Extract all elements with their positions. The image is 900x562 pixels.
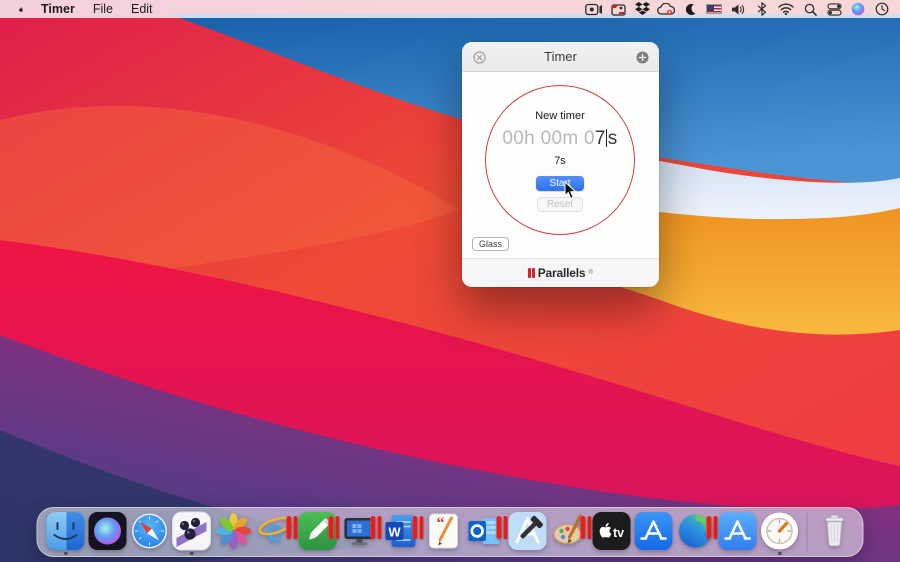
volume-icon[interactable] <box>726 0 750 18</box>
dock-item-timer[interactable] <box>759 508 801 556</box>
running-indicator <box>64 552 68 556</box>
dock-item-word[interactable]: W <box>381 508 423 556</box>
running-indicator <box>778 552 782 556</box>
xcode-icon <box>508 511 548 551</box>
running-indicator <box>190 552 194 556</box>
timer-duration-label: 7s <box>554 155 566 167</box>
screenshot-tool-icon[interactable] <box>606 0 630 18</box>
wifi-icon[interactable] <box>774 0 798 18</box>
screen-recording-icon[interactable] <box>582 0 606 18</box>
timer-app-icon <box>760 511 800 551</box>
wordpad-icon: “ <box>424 511 464 551</box>
siri-icon[interactable] <box>846 0 870 18</box>
dock-item-windows-pc[interactable] <box>339 508 381 556</box>
do-not-disturb-moon-icon[interactable] <box>678 0 702 18</box>
parallels-cloud-icon[interactable] <box>654 0 678 18</box>
dock-separator <box>807 513 808 551</box>
dock-item-internet-explorer[interactable]: e <box>255 508 297 556</box>
dock-item-finder[interactable] <box>45 508 87 556</box>
control-center-icon[interactable] <box>822 0 846 18</box>
timer-window: Timer New timer 00h 00m 07s 7s Start Res… <box>462 42 659 287</box>
menu-edit[interactable]: Edit <box>122 0 162 18</box>
dock-item-photos[interactable] <box>213 508 255 556</box>
dock-item-app-store[interactable] <box>633 508 675 556</box>
glass-button[interactable]: Glass <box>472 237 509 251</box>
app-store-icon <box>634 511 674 551</box>
apple-menu[interactable] <box>10 0 32 18</box>
dock-item-wordpad[interactable]: “ <box>423 508 465 556</box>
trash-icon <box>815 511 855 551</box>
dock-item-photo-booth[interactable] <box>171 508 213 556</box>
timer-dial: New timer 00h 00m 07s 7s Start Reset <box>485 85 635 235</box>
window-title: Timer <box>544 49 577 64</box>
us-flag-icon[interactable] <box>702 0 726 18</box>
finder-icon <box>46 511 86 551</box>
menu-bar: Timer File Edit <box>0 0 900 18</box>
dock-item-app-store-2[interactable] <box>717 508 759 556</box>
close-icon <box>473 51 486 64</box>
window-titlebar[interactable]: Timer <box>462 42 659 72</box>
dock-item-apple-tv[interactable]: tv <box>591 508 633 556</box>
svg-text:W: W <box>388 525 401 540</box>
dock-item-siri[interactable] <box>87 508 129 556</box>
safari-icon <box>130 511 170 551</box>
photos-icon <box>214 511 254 551</box>
svg-text:tv: tv <box>613 526 624 540</box>
app-store-icon <box>718 511 758 551</box>
bluetooth-icon[interactable] <box>750 0 774 18</box>
dock-item-paintbrush[interactable] <box>549 508 591 556</box>
window-footer: Parallels ® <box>462 258 659 287</box>
dock-item-edge[interactable] <box>675 508 717 556</box>
dock-item-outlook[interactable] <box>465 508 507 556</box>
parallels-bars-icon <box>528 268 535 278</box>
siri-app-icon <box>88 511 128 551</box>
dock-item-trash[interactable] <box>814 508 856 556</box>
mouse-cursor <box>564 181 577 205</box>
window-close-button[interactable] <box>472 50 486 64</box>
menu-app-name[interactable]: Timer <box>32 0 84 18</box>
dock-item-green-notes[interactable] <box>297 508 339 556</box>
dropbox-icon[interactable] <box>630 0 654 18</box>
clock-icon[interactable] <box>870 0 894 18</box>
desktop-wallpaper <box>0 0 900 562</box>
plus-icon <box>636 51 649 64</box>
dock-item-xcode[interactable] <box>507 508 549 556</box>
add-timer-button[interactable] <box>635 50 649 64</box>
timer-name-label: New timer <box>535 110 585 122</box>
apple-icon <box>19 2 23 17</box>
menu-file[interactable]: File <box>84 0 122 18</box>
dock-item-safari[interactable] <box>129 508 171 556</box>
timer-time-input[interactable]: 00h 00m 07s <box>502 128 617 150</box>
photo-booth-icon <box>172 511 212 551</box>
dock: e W <box>37 507 864 557</box>
apple-tv-icon: tv <box>592 511 632 551</box>
parallels-logo: Parallels ® <box>528 266 593 280</box>
spotlight-search-icon[interactable] <box>798 0 822 18</box>
svg-text:“: “ <box>437 515 445 532</box>
